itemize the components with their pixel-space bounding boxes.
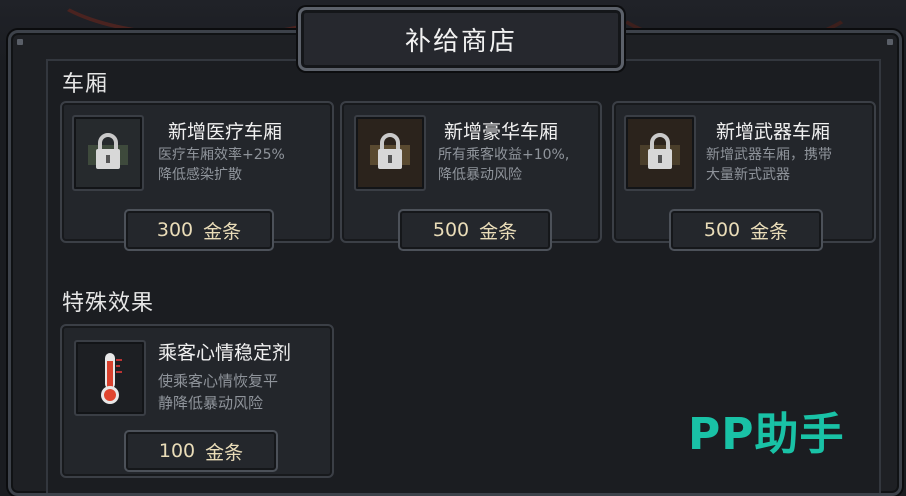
padlock-icon bbox=[88, 133, 128, 169]
item-icon-frame bbox=[72, 115, 144, 191]
price-amount: 500 bbox=[703, 219, 741, 241]
section-title-effects: 特殊效果 bbox=[62, 291, 155, 316]
item-desc-line2: 降低暴动风险 bbox=[438, 167, 522, 183]
buy-button-luxury-carriage[interactable]: 500 金条 bbox=[398, 209, 552, 251]
price-unit: 金条 bbox=[479, 220, 518, 243]
shop-title-plate: 补给商店 bbox=[298, 7, 624, 71]
thermometer-icon bbox=[101, 353, 122, 404]
item-desc-line1: 使乘客心情恢复平 bbox=[158, 372, 279, 390]
price-amount: 300 bbox=[156, 219, 194, 241]
buy-button-weapon-carriage[interactable]: 500 金条 bbox=[669, 209, 823, 251]
item-name: 新增医疗车厢 bbox=[168, 121, 283, 143]
rivet-icon bbox=[17, 39, 23, 45]
item-icon-frame bbox=[624, 115, 696, 191]
item-desc-line1: 医疗车厢效率+25% bbox=[158, 147, 285, 163]
item-desc-line1: 新增武器车厢，携带 bbox=[706, 147, 832, 163]
padlock-icon bbox=[370, 133, 410, 169]
price-amount: 100 bbox=[158, 440, 196, 462]
item-desc-line2: 降低感染扩散 bbox=[158, 167, 242, 183]
padlock-icon bbox=[640, 133, 680, 169]
price-unit: 金条 bbox=[205, 441, 244, 464]
item-desc-line1: 所有乘客收益+10%, bbox=[438, 147, 570, 163]
item-icon-frame bbox=[354, 115, 426, 191]
item-icon-frame bbox=[74, 340, 146, 416]
item-name: 乘客心情稳定剂 bbox=[158, 342, 292, 364]
shop-title: 补给商店 bbox=[404, 26, 517, 57]
section-title-carriages: 车厢 bbox=[62, 72, 109, 97]
price-amount: 500 bbox=[432, 219, 470, 241]
item-name: 新增豪华车厢 bbox=[444, 121, 559, 143]
item-name: 新增武器车厢 bbox=[716, 121, 831, 143]
buy-button-mood-stabilizer[interactable]: 100 金条 bbox=[124, 430, 278, 472]
watermark-logo: PP助手 bbox=[688, 409, 845, 460]
rivet-icon bbox=[887, 39, 893, 45]
price-unit: 金条 bbox=[750, 220, 789, 243]
buy-button-medical-carriage[interactable]: 300 金条 bbox=[124, 209, 274, 251]
item-desc-line2: 大量新式武器 bbox=[706, 167, 790, 183]
item-desc-line2: 静降低暴动风险 bbox=[158, 394, 264, 412]
price-unit: 金条 bbox=[203, 220, 242, 243]
